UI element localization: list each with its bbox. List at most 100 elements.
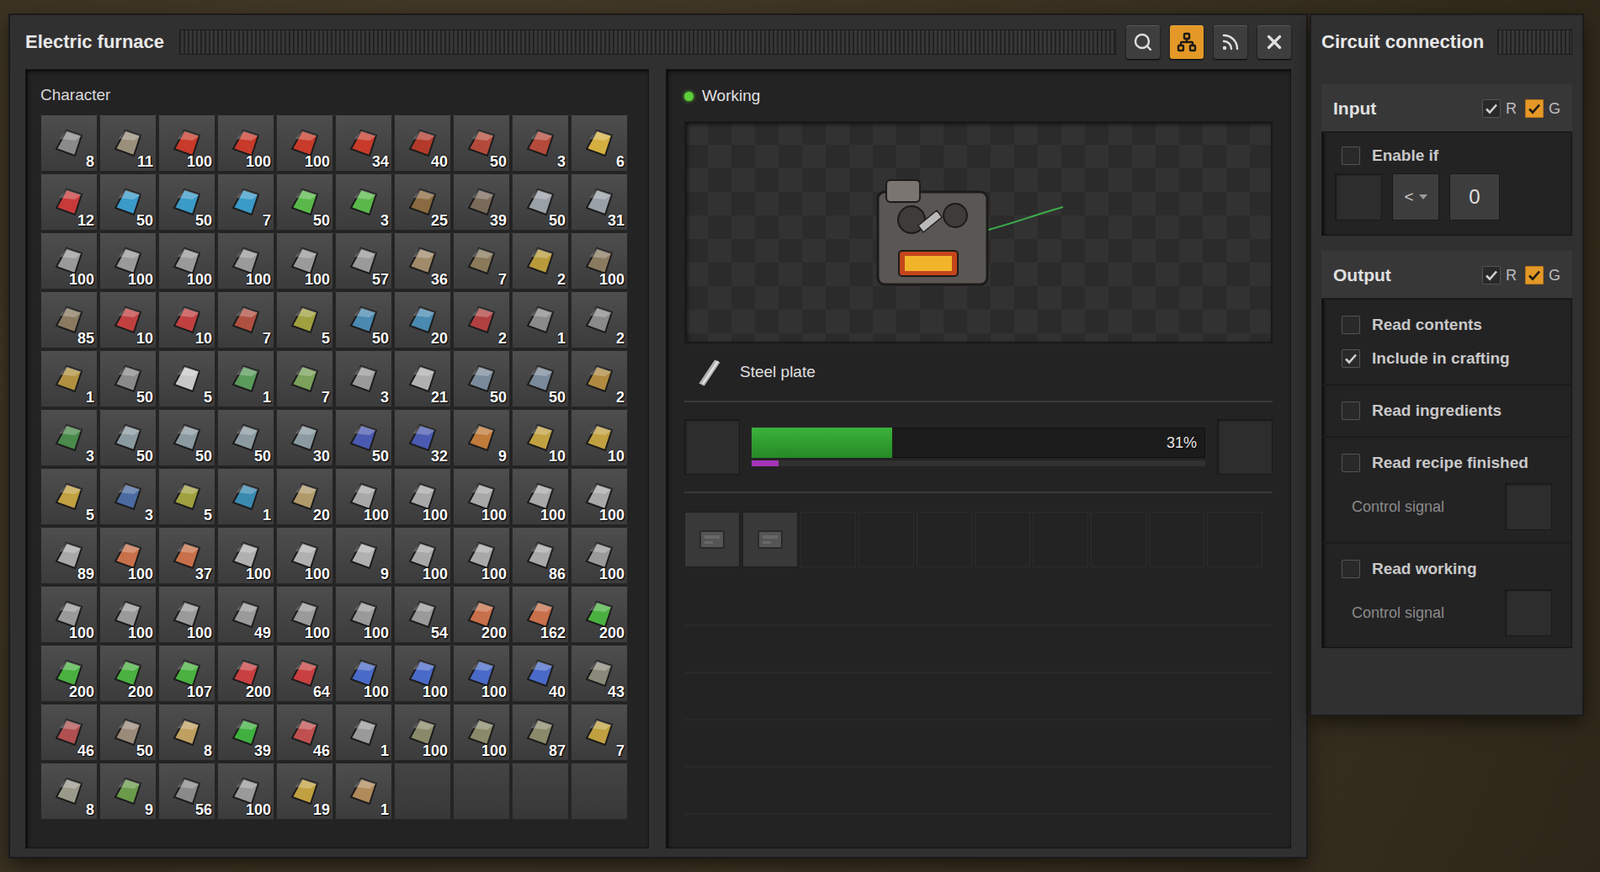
inventory-slot[interactable]: 10 xyxy=(99,291,157,349)
checkbox[interactable] xyxy=(1341,146,1361,165)
network-button[interactable] xyxy=(1169,25,1204,59)
inventory-slot[interactable]: 7 xyxy=(217,291,275,349)
inventory-slot[interactable]: 162 xyxy=(511,585,569,644)
inventory-slot[interactable]: 3 xyxy=(334,173,393,231)
inventory-slot[interactable]: 100 xyxy=(334,467,393,526)
inventory-slot[interactable]: 1 xyxy=(334,703,393,761)
checkbox[interactable] xyxy=(1482,265,1501,285)
inventory-slot[interactable]: 100 xyxy=(393,644,452,702)
inventory-slot[interactable]: 3 xyxy=(99,467,157,526)
inventory-slot[interactable]: 100 xyxy=(217,114,275,172)
inventory-slot[interactable]: 36 xyxy=(393,232,452,290)
inventory-slot[interactable]: 56 xyxy=(158,762,216,820)
checkbox[interactable] xyxy=(1341,315,1361,335)
inventory-slot[interactable]: 9 xyxy=(452,409,511,467)
inventory-slot[interactable]: 40 xyxy=(393,114,452,172)
inventory-slot[interactable]: 50 xyxy=(511,350,569,408)
inventory-slot[interactable]: 100 xyxy=(570,526,628,585)
checkbox[interactable] xyxy=(1525,99,1544,118)
inventory-slot[interactable]: 100 xyxy=(276,585,334,644)
checkbox[interactable] xyxy=(1525,265,1544,285)
inventory-slot[interactable]: 50 xyxy=(158,409,216,467)
inventory-slot[interactable]: 20 xyxy=(393,291,452,349)
inventory-slot[interactable]: 32 xyxy=(393,409,452,467)
inventory-slot[interactable]: 100 xyxy=(276,114,334,172)
control-signal-slot[interactable] xyxy=(1504,483,1553,531)
inventory-slot[interactable]: 100 xyxy=(393,526,452,585)
checkbox[interactable] xyxy=(1341,401,1361,420)
inventory-slot[interactable]: 39 xyxy=(452,173,511,231)
inventory-slot[interactable]: 6 xyxy=(570,114,628,172)
inventory-slot[interactable]: 100 xyxy=(452,644,511,702)
inventory-slot[interactable]: 50 xyxy=(334,291,393,349)
control-signal-slot[interactable] xyxy=(1504,589,1553,637)
inventory-slot[interactable]: 89 xyxy=(40,526,98,585)
inventory-slot[interactable]: 21 xyxy=(393,350,452,408)
inventory-slot[interactable]: 64 xyxy=(276,644,334,702)
inventory-slot[interactable]: 85 xyxy=(40,291,98,349)
inventory-slot[interactable]: 100 xyxy=(217,526,275,585)
inventory-slot[interactable]: 5 xyxy=(158,467,216,526)
inventory-slot[interactable]: 9 xyxy=(334,526,393,585)
inventory-slot[interactable]: 46 xyxy=(40,703,98,761)
checkbox[interactable] xyxy=(1482,99,1501,118)
inventory-slot[interactable]: 12 xyxy=(40,173,98,231)
inventory-slot[interactable]: 100 xyxy=(158,114,216,172)
inventory-slot[interactable]: 100 xyxy=(99,585,157,644)
inventory-slot[interactable]: 100 xyxy=(158,585,216,644)
wire-toggle[interactable]: R xyxy=(1482,265,1517,285)
inventory-slot[interactable]: 1 xyxy=(217,350,275,408)
inventory-slot[interactable]: 50 xyxy=(276,173,334,231)
inventory-slot[interactable]: 25 xyxy=(393,173,452,231)
inventory-slot[interactable]: 100 xyxy=(393,703,452,761)
module-slot[interactable] xyxy=(742,511,798,568)
inventory-slot[interactable]: 100 xyxy=(393,467,452,526)
inventory-slot[interactable]: 40 xyxy=(511,644,569,702)
wire-toggle[interactable]: R xyxy=(1482,99,1517,118)
inventory-slot[interactable]: 200 xyxy=(570,585,628,644)
inventory-slot[interactable]: 50 xyxy=(99,409,157,467)
inventory-slot[interactable]: 39 xyxy=(217,703,275,761)
inventory-slot[interactable] xyxy=(511,762,569,820)
circuit-title-bar[interactable]: Circuit connection xyxy=(1321,15,1573,70)
inventory-slot[interactable]: 37 xyxy=(158,526,216,585)
inventory-slot[interactable]: 10 xyxy=(158,291,216,349)
inventory-slot[interactable]: 9 xyxy=(99,762,157,820)
input-slot[interactable] xyxy=(684,419,740,475)
inventory-slot[interactable]: 50 xyxy=(158,173,216,231)
output-option[interactable]: Read working xyxy=(1341,555,1553,583)
output-option[interactable]: Read ingredients xyxy=(1341,397,1553,425)
inventory-slot[interactable]: 107 xyxy=(158,644,216,702)
inventory-slot[interactable]: 50 xyxy=(511,173,569,231)
inventory-slot[interactable]: 54 xyxy=(393,585,452,644)
search-button[interactable] xyxy=(1126,25,1160,59)
inventory-slot[interactable]: 100 xyxy=(276,232,334,290)
drag-handle[interactable] xyxy=(1497,29,1573,55)
inventory-slot[interactable]: 50 xyxy=(99,703,157,761)
inventory-slot[interactable]: 100 xyxy=(452,703,511,761)
inventory-slot[interactable] xyxy=(393,762,452,820)
inventory-slot[interactable]: 100 xyxy=(511,467,569,526)
inventory-slot[interactable]: 7 xyxy=(276,350,334,408)
inventory-slot[interactable]: 5 xyxy=(158,350,216,408)
wire-toggle[interactable]: G xyxy=(1525,99,1561,118)
inventory-slot[interactable] xyxy=(452,762,511,820)
module-slot[interactable] xyxy=(684,511,740,568)
inventory-slot[interactable]: 7 xyxy=(452,232,511,290)
inventory-slot[interactable]: 2 xyxy=(570,350,628,408)
inventory-slot[interactable]: 1 xyxy=(40,350,98,408)
inventory-slot[interactable]: 100 xyxy=(334,644,393,702)
inventory-slot[interactable]: 200 xyxy=(217,644,275,702)
inventory-slot[interactable]: 200 xyxy=(40,644,98,702)
inventory-slot[interactable]: 43 xyxy=(570,644,628,702)
inventory-slot[interactable]: 50 xyxy=(452,350,511,408)
inventory-slot[interactable]: 57 xyxy=(334,232,393,290)
inventory-slot[interactable]: 100 xyxy=(570,232,628,290)
output-slot[interactable] xyxy=(1217,419,1273,475)
inventory-slot[interactable]: 2 xyxy=(570,291,628,349)
close-button[interactable] xyxy=(1257,25,1292,59)
output-option[interactable]: Read recipe finished xyxy=(1341,449,1553,477)
inventory-slot[interactable]: 11 xyxy=(99,114,157,172)
inventory-slot[interactable]: 100 xyxy=(158,232,216,290)
inventory-slot[interactable]: 86 xyxy=(511,526,569,585)
